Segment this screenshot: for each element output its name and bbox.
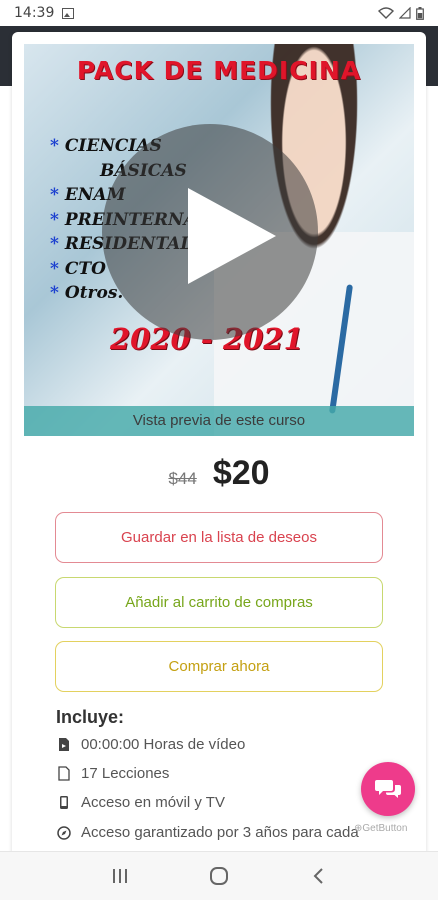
preview-title: PACK DE MEDICINA: [76, 56, 362, 85]
old-price: $44: [168, 469, 197, 488]
back-button[interactable]: [303, 861, 333, 891]
mobile-icon: [56, 795, 72, 811]
recent-apps-button[interactable]: [105, 861, 135, 891]
include-item-label: 00:00:00 Horas de vídeo: [81, 736, 246, 753]
getbutton-credit[interactable]: ⊕GetButton: [354, 823, 407, 834]
compass-icon: [56, 825, 72, 841]
price-row: $44 $20: [12, 454, 426, 493]
course-preview-video[interactable]: PACK DE MEDICINA *CIENCIAS BÁSICAS *ENAM…: [24, 44, 414, 436]
course-card: PACK DE MEDICINA *CIENCIAS BÁSICAS *ENAM…: [12, 32, 426, 862]
includes-title: Incluye:: [56, 707, 125, 727]
navigation-bar: [0, 851, 438, 900]
home-button[interactable]: [204, 861, 234, 891]
include-item-mobile: Acceso en móvil y TV: [56, 794, 225, 811]
include-item-access: Acceso garantizado por 3 años para cada: [56, 824, 359, 841]
wifi-icon: [378, 7, 394, 19]
gallery-notification-icon: [62, 7, 75, 19]
current-price: $20: [212, 454, 270, 492]
video-file-icon: [56, 737, 72, 753]
chat-fab-button[interactable]: [361, 762, 415, 816]
status-bar: 14:39: [0, 0, 438, 26]
include-item-label: 17 Lecciones: [81, 765, 170, 782]
chat-bubbles-icon: [375, 780, 401, 798]
buy-now-button[interactable]: Comprar ahora: [55, 641, 383, 692]
play-icon[interactable]: [188, 188, 276, 284]
add-to-cart-button[interactable]: Añadir al carrito de compras: [55, 577, 383, 628]
signal-icon: [399, 7, 411, 19]
document-icon: [56, 766, 72, 782]
include-item-label: Acceso garantizado por 3 años para cada: [81, 824, 359, 841]
status-icons: [378, 6, 424, 20]
include-item-label: Acceso en móvil y TV: [81, 794, 225, 811]
preview-label[interactable]: Vista previa de este curso: [24, 406, 414, 436]
battery-icon: [416, 6, 424, 20]
include-item-video: 00:00:00 Horas de vídeo: [56, 736, 245, 753]
include-item-lessons: 17 Lecciones: [56, 765, 169, 782]
recent-apps-icon: [112, 869, 127, 883]
back-icon: [313, 868, 324, 884]
status-time: 14:39: [14, 5, 55, 21]
wishlist-button[interactable]: Guardar en la lista de deseos: [55, 512, 383, 563]
home-icon: [209, 867, 228, 885]
